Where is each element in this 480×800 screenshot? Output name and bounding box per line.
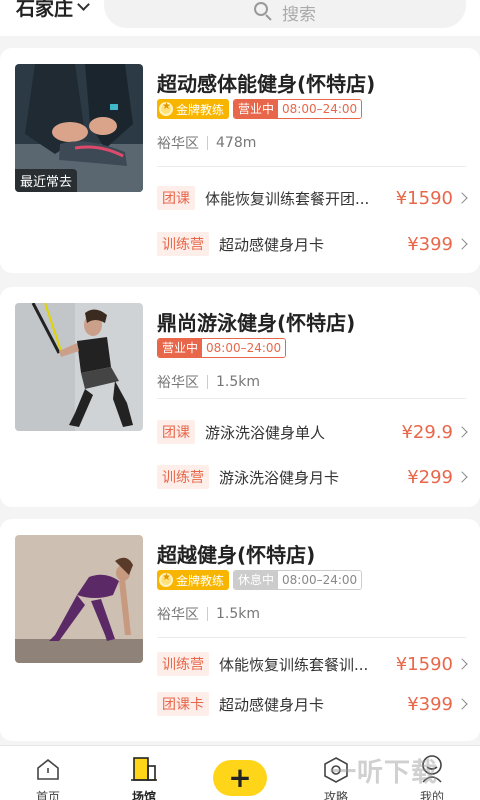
district: 裕华区 [157, 607, 199, 623]
chevron-down-icon [77, 0, 90, 11]
add-button[interactable]: + [213, 760, 267, 796]
product-tag: 训练营 [157, 232, 209, 256]
product-row[interactable]: 训练营 超动感健身月卡 ¥399 [157, 231, 468, 257]
gym-photo [15, 535, 143, 663]
product-row[interactable]: 团课 体能恢复训练套餐开团... ¥1590 [157, 185, 468, 211]
gym-card[interactable]: 超越健身(怀特店) 金牌教练 休息中 08:00–24:00 裕华区 1.5km… [0, 519, 480, 741]
distance: 1.5km [216, 606, 261, 622]
nav-item-home[interactable]: 首页 [0, 746, 96, 800]
gym-card[interactable]: 鼎尚游泳健身(怀特店) 营业中 08:00–24:00 裕华区 1.5km 团课… [0, 287, 480, 507]
product-tag: 团课 [157, 186, 195, 210]
open-status: 营业中 [234, 100, 279, 118]
product-price: ¥1590 [395, 653, 453, 675]
nav-label: 攻略 [323, 790, 348, 800]
product-tag: 团课卡 [157, 692, 209, 716]
gym-name: 超越健身(怀特店) [157, 543, 316, 567]
chevron-right-icon [456, 192, 468, 204]
city-label: 石家庄 [16, 0, 74, 20]
divider [157, 398, 466, 399]
watermark: 一听下载 [330, 758, 439, 788]
product-tag: 团课 [157, 420, 195, 444]
chevron-right-icon [456, 698, 468, 710]
product-price: ¥299 [407, 466, 453, 488]
gold-coach-badge: 金牌教练 [157, 570, 230, 590]
product-name: 体能恢复训练套餐训... [219, 655, 369, 674]
medal-icon [159, 101, 173, 116]
distance: 478m [216, 135, 257, 151]
chevron-right-icon [456, 658, 468, 670]
product-row[interactable]: 训练营 游泳洗浴健身月卡 ¥299 [157, 464, 468, 490]
medal-icon [159, 572, 173, 587]
product-tag: 训练营 [157, 652, 209, 676]
product-row[interactable]: 团课卡 超动感健身月卡 ¥399 [157, 691, 468, 717]
venue-icon [131, 757, 157, 781]
nav-label: 场馆 [131, 790, 156, 800]
product-row[interactable]: 团课 游泳洗浴健身单人 ¥29.9 [157, 419, 468, 445]
hours-text: 08:00–24:00 [202, 339, 286, 357]
nav-item-venue[interactable]: 场馆 [96, 746, 192, 800]
business-hours: 营业中 08:00–24:00 [157, 338, 287, 358]
district: 裕华区 [157, 136, 199, 152]
gym-photo [15, 303, 143, 431]
gym-name: 鼎尚游泳健身(怀特店) [157, 311, 356, 335]
plus-icon: + [228, 761, 252, 794]
business-hours: 营业中 08:00–24:00 [233, 99, 363, 119]
nav-label: 首页 [35, 790, 60, 800]
gym-name: 超动感体能健身(怀特店) [157, 72, 376, 96]
recent-badge: 最近常去 [15, 169, 78, 192]
product-name: 游泳洗浴健身单人 [205, 423, 326, 442]
home-icon [37, 758, 59, 780]
location-info: 裕华区 478m [157, 133, 256, 153]
chevron-right-icon [456, 426, 468, 438]
product-row[interactable]: 训练营 体能恢复训练套餐训... ¥1590 [157, 651, 468, 677]
search-icon [254, 2, 274, 22]
hours-text: 08:00–24:00 [278, 571, 362, 589]
divider [157, 637, 466, 638]
product-name: 超动感健身月卡 [219, 695, 325, 714]
hours-text: 08:00–24:00 [278, 100, 362, 118]
business-hours: 休息中 08:00–24:00 [233, 570, 363, 590]
product-tag: 训练营 [157, 465, 209, 489]
product-name: 游泳洗浴健身月卡 [219, 468, 340, 487]
location-info: 裕华区 1.5km [157, 372, 260, 392]
product-name: 体能恢复训练套餐开团... [205, 189, 370, 208]
gym-photo: 最近常去 [15, 64, 143, 192]
product-price: ¥29.9 [401, 421, 453, 443]
chevron-right-icon [456, 238, 468, 250]
gym-card[interactable]: 最近常去 超动感体能健身(怀特店) 金牌教练 营业中 08:00–24:00 裕… [0, 48, 480, 273]
top-header: 石家庄 搜索 [0, 0, 480, 36]
product-price: ¥399 [407, 693, 453, 715]
gold-coach-badge: 金牌教练 [157, 99, 230, 119]
divider [157, 166, 466, 167]
district: 裕华区 [157, 375, 199, 391]
search-bar[interactable]: 搜索 [104, 0, 466, 28]
product-price: ¥1590 [395, 187, 453, 209]
location-info: 裕华区 1.5km [157, 604, 260, 624]
nav-label: 我的 [419, 790, 444, 800]
search-placeholder: 搜索 [282, 4, 316, 25]
distance: 1.5km [216, 374, 261, 390]
open-status: 营业中 [158, 339, 203, 357]
product-name: 超动感健身月卡 [219, 235, 325, 254]
closed-status: 休息中 [234, 571, 279, 589]
chevron-right-icon [456, 471, 468, 483]
city-selector[interactable]: 石家庄 [16, 0, 90, 21]
product-price: ¥399 [407, 233, 453, 255]
